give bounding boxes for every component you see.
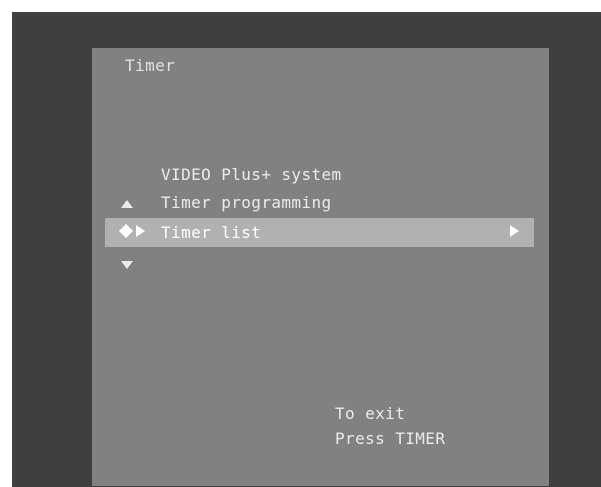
osd-screen: Timer VIDEO Plus+ system Timer programmi…	[92, 48, 549, 486]
triangle-down-icon	[121, 261, 133, 269]
triangle-right-icon	[136, 225, 145, 237]
menu-item-label: Timer list	[161, 223, 262, 242]
menu-item-videoplus[interactable]: VIDEO Plus+ system	[161, 165, 342, 184]
exit-instruction: Press TIMER	[335, 429, 446, 448]
triangle-up-icon	[121, 200, 133, 208]
menu-item-timer-programming[interactable]: Timer programming	[161, 193, 332, 212]
tv-frame: Timer VIDEO Plus+ system Timer programmi…	[12, 12, 601, 487]
submenu-arrow-icon	[510, 225, 519, 237]
screen-title: Timer	[125, 56, 176, 75]
exit-hint: To exit	[335, 404, 406, 423]
